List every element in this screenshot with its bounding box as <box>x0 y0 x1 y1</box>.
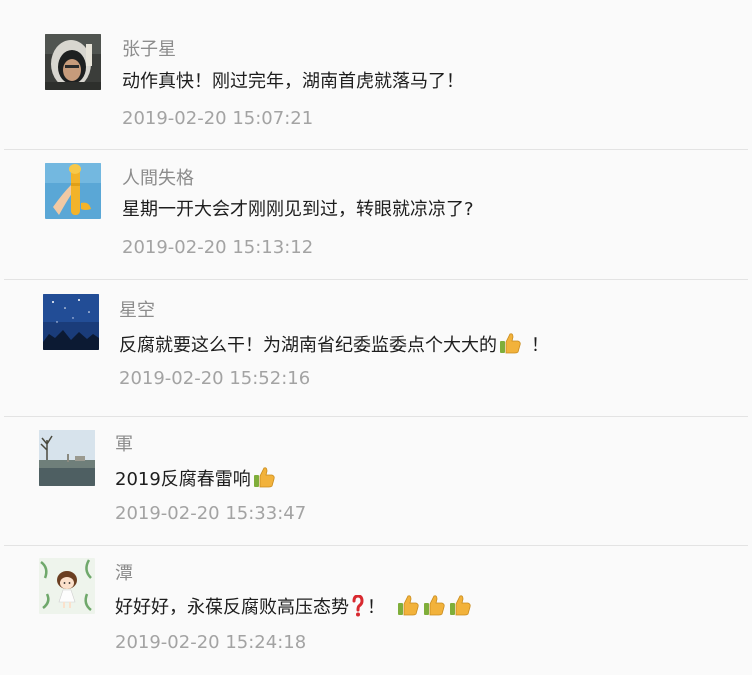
landscape-avatar[interactable] <box>39 430 95 486</box>
cartoon-girl-avatar[interactable] <box>39 558 95 614</box>
hand-holding-object-avatar[interactable] <box>45 163 101 219</box>
thumbs-up-icon <box>448 593 472 617</box>
astronaut-avatar[interactable] <box>45 34 101 90</box>
commenter-name[interactable]: 人間失格 <box>122 168 194 190</box>
comment-item: 人間失格 星期一开大会才刚刚见到过，转眼就凉凉了? 2019-02-20 15:… <box>0 150 752 280</box>
comment-text-end: ！ <box>531 335 549 356</box>
comment-text: 星期一开大会才刚刚见到过，转眼就凉凉了? <box>122 199 474 220</box>
comment-item: 潭 好好好，永葆反腐败高压态势 ！ 2019-02-20 15:24:18 <box>0 546 752 675</box>
commenter-name[interactable]: 軍 <box>115 434 133 456</box>
comment-item: 张子星 动作真快！刚过完年，湖南首虎就落马了！ 2019-02-20 15:07… <box>0 0 752 150</box>
thumbs-up-icon <box>252 465 276 489</box>
divider <box>4 416 748 417</box>
thumbs-up-icon <box>396 593 420 617</box>
comment-text: 2019反腐春雷响 <box>115 465 277 492</box>
night-sky-avatar[interactable] <box>43 294 99 350</box>
commenter-name[interactable]: 星空 <box>119 300 155 322</box>
comment-timestamp: 2019-02-20 15:07:21 <box>122 108 314 129</box>
comment-timestamp: 2019-02-20 15:52:16 <box>119 368 311 389</box>
comment-timestamp: 2019-02-20 15:13:12 <box>122 237 314 258</box>
comment-timestamp: 2019-02-20 15:24:18 <box>115 632 307 653</box>
comment-text-main: 2019反腐春雷响 <box>115 469 251 490</box>
comment-text-main: 反腐就要这么干！为湖南省纪委监委点个大大的 <box>119 335 497 356</box>
comment-text-end: ！ <box>367 597 385 618</box>
comment-item: 軍 2019反腐春雷响 2019-02-20 15:33:47 <box>0 418 752 546</box>
comment-timestamp: 2019-02-20 15:33:47 <box>115 503 307 524</box>
red-question-mark-icon <box>352 595 364 617</box>
comment-text: 好好好，永葆反腐败高压态势 ！ <box>115 593 473 620</box>
comment-list: 张子星 动作真快！刚过完年，湖南首虎就落马了！ 2019-02-20 15:07… <box>0 0 752 675</box>
comment-text: 反腐就要这么干！为湖南省纪委监委点个大大的 ！ <box>119 331 549 358</box>
commenter-name[interactable]: 张子星 <box>122 39 176 61</box>
comment-text: 动作真快！刚过完年，湖南首虎就落马了！ <box>122 71 464 92</box>
comment-text-main: 好好好，永葆反腐败高压态势 <box>115 597 349 618</box>
thumbs-up-icon <box>498 331 522 355</box>
commenter-name[interactable]: 潭 <box>115 563 133 585</box>
comment-item: 星空 反腐就要这么干！为湖南省纪委监委点个大大的 ！ 2019-02-20 15:… <box>0 280 752 418</box>
thumbs-up-icon <box>422 593 446 617</box>
